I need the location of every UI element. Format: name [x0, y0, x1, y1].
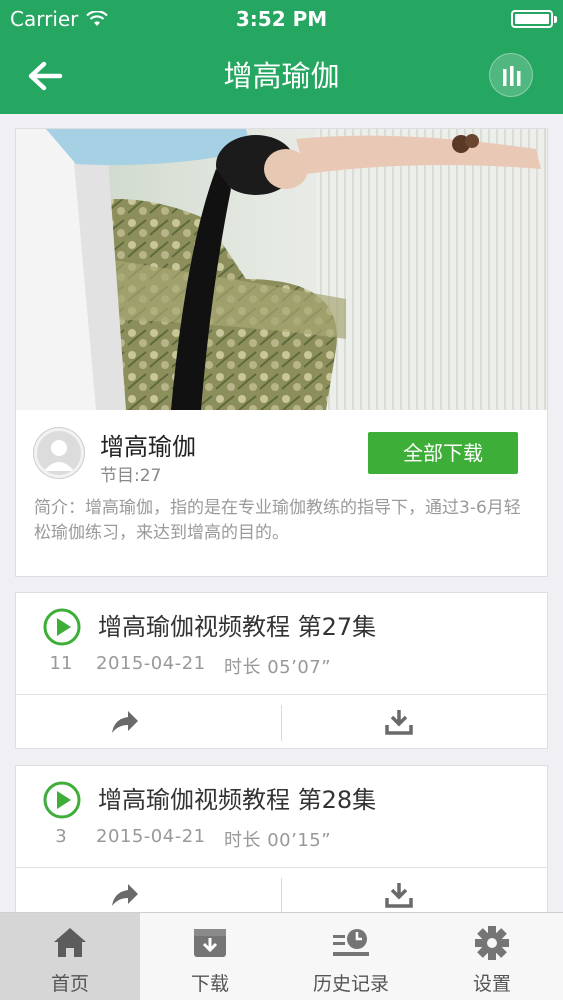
share-icon[interactable]: [110, 882, 140, 908]
home-icon: [54, 928, 86, 957]
track-actions: [16, 694, 547, 749]
battery-icon: [511, 10, 557, 28]
avatar: [34, 428, 84, 478]
track-duration: 时长 05’07”: [224, 657, 332, 678]
tab-history[interactable]: 历史记录: [281, 913, 421, 1000]
album-cover-image: [16, 129, 547, 410]
play-icon[interactable]: [43, 608, 81, 646]
track-date: 2015-04-21: [96, 826, 206, 847]
album-title: 增高瑜伽: [100, 433, 196, 461]
clock: 3:52 PM: [235, 7, 328, 31]
tab-download[interactable]: 下载: [140, 913, 280, 1000]
divider: [281, 705, 282, 741]
tab-label: 首页: [50, 973, 89, 995]
tab-home[interactable]: 首页: [0, 913, 140, 1000]
share-icon[interactable]: [110, 709, 140, 735]
download-icon[interactable]: [384, 708, 414, 736]
play-count: 11: [49, 653, 73, 674]
tab-bar: 首页 下载 历史记录 设置: [0, 912, 563, 1000]
track-title: 增高瑜伽视频教程 第28集: [98, 786, 377, 814]
album-description: 简介：增高瑜伽，指的是在专业瑜伽教练的指导下，通过3-6月轻松瑜伽练习，来达到增…: [34, 498, 521, 543]
play-count: 3: [55, 826, 67, 847]
download-all-button[interactable]: 全部下载: [368, 432, 518, 474]
equalizer-icon: [503, 66, 521, 86]
status-bar: Carrier 3:52 PM: [0, 0, 563, 38]
app-header: Carrier 3:52 PM 增高瑜伽: [0, 0, 563, 114]
download-icon[interactable]: [384, 881, 414, 909]
player-button[interactable]: [489, 53, 533, 97]
tab-settings[interactable]: 设置: [422, 913, 563, 1000]
history-icon: [333, 929, 369, 956]
play-icon[interactable]: [43, 781, 81, 819]
tab-label: 历史记录: [312, 973, 389, 995]
page-title: 增高瑜伽: [223, 59, 340, 93]
track-title: 增高瑜伽视频教程 第27集: [98, 613, 377, 641]
tab-label: 下载: [190, 973, 229, 995]
track-duration: 时长 00’15”: [224, 830, 332, 851]
tab-label: 设置: [472, 973, 511, 995]
divider: [281, 878, 282, 914]
track-card[interactable]: 增高瑜伽视频教程 第27集 11 2015-04-21 时长 05’07”: [15, 592, 548, 749]
album-card: 增高瑜伽 节目:27 全部下载 简介：增高瑜伽，指的是在专业瑜伽教练的指导下，通…: [15, 128, 548, 577]
episode-count: 节目:27: [100, 466, 162, 486]
track-date: 2015-04-21: [96, 653, 206, 674]
download-box-icon: [194, 929, 226, 957]
gear-icon: [475, 926, 509, 960]
